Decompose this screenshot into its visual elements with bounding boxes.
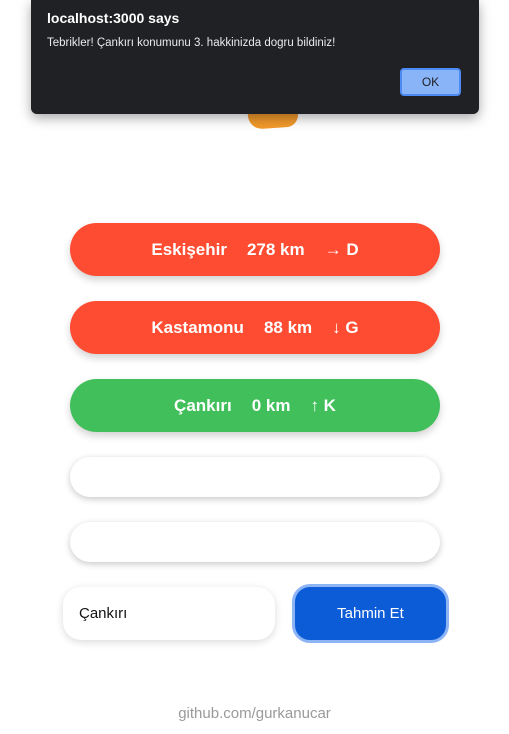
guess-direction: → D	[324, 239, 359, 259]
city-guess-input[interactable]	[63, 587, 275, 640]
guess-distance: 88 km	[263, 317, 313, 337]
guess-city: Kastamonu	[151, 317, 244, 337]
guess-row: Kastamonu 88 km ↓ G	[70, 301, 440, 354]
browser-alert-dialog: localhost:3000 says Tebrikler! Çankırı k…	[31, 0, 479, 114]
guess-row-empty	[70, 457, 440, 497]
github-link[interactable]: github.com/gurkanucar	[0, 705, 509, 722]
guess-city: Çankırı	[174, 395, 232, 415]
guess-direction: ↓ G	[332, 317, 359, 337]
guess-row-correct: Çankırı 0 km ↑ K	[70, 379, 440, 432]
guess-distance: 278 km	[246, 239, 305, 259]
alert-message: Tebrikler! Çankırı konumunu 3. hakkinizd…	[47, 37, 336, 49]
guess-direction: ↑ K	[310, 395, 336, 415]
alert-ok-button[interactable]: OK	[400, 68, 461, 96]
guess-submit-button[interactable]: Tahmin Et	[292, 584, 449, 643]
guess-row: Eskişehir 278 km → D	[70, 223, 440, 276]
guess-row-empty	[70, 522, 440, 562]
guess-city: Eskişehir	[151, 239, 227, 259]
guess-distance: 0 km	[251, 395, 291, 415]
alert-title: localhost:3000 says	[47, 10, 180, 26]
